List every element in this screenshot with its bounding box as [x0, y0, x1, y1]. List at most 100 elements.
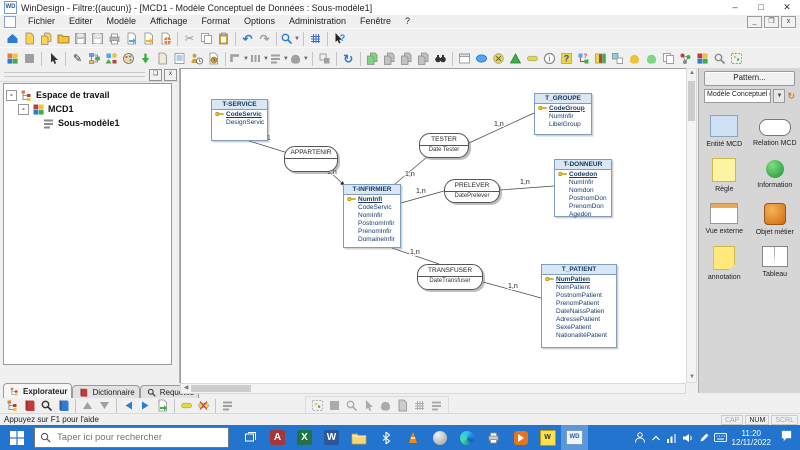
document-icon[interactable]: [4, 16, 16, 28]
close-button[interactable]: ✕: [774, 0, 800, 15]
submodel-pages-icon[interactable]: [364, 51, 381, 67]
menu-affichage[interactable]: Affichage: [143, 15, 194, 28]
entity-t-groupe[interactable]: T_GROUPECodeGroupNumInfirLibelGroup: [534, 93, 592, 135]
grid-disabled-icon[interactable]: [411, 397, 428, 413]
check-model-icon[interactable]: [137, 51, 154, 67]
minimize-button[interactable]: –: [722, 0, 748, 15]
redo-icon[interactable]: ↷: [256, 31, 273, 47]
menu-format[interactable]: Format: [194, 15, 237, 28]
mdi-close-button[interactable]: x: [781, 16, 796, 28]
menu-options[interactable]: Options: [237, 15, 282, 28]
paste-icon[interactable]: [215, 31, 232, 47]
dictionary-book-icon[interactable]: [21, 398, 38, 414]
pen-icon[interactable]: [699, 433, 709, 443]
workspace-modules-icon[interactable]: [4, 51, 21, 67]
search-input[interactable]: [55, 431, 204, 444]
menu-editer[interactable]: Editer: [62, 15, 100, 28]
relation-tester[interactable]: TESTERDate Tester: [419, 133, 469, 158]
palette-item-objet-m-tier[interactable]: Objet métier: [751, 203, 799, 236]
note-page-icon[interactable]: [154, 51, 171, 67]
pattern-sync-icon[interactable]: ↻: [787, 91, 795, 102]
palette-item-annotation[interactable]: annotation: [700, 246, 748, 281]
menu-fichier[interactable]: Fichier: [21, 15, 62, 28]
user-task-icon[interactable]: [188, 51, 205, 67]
dropdown-arrow-icon[interactable]: ▼: [773, 89, 785, 103]
pattern-model-dropdown[interactable]: Modèle Conceptuel de Dor ▼ ↻: [704, 89, 795, 103]
panel-restore-button[interactable]: ❏: [149, 69, 162, 81]
scroll-left-arrow[interactable]: ◀: [181, 384, 191, 393]
search-binoculars-icon[interactable]: [432, 51, 449, 67]
tree-expand-icon[interactable]: -: [18, 104, 29, 115]
move-down-icon[interactable]: [96, 398, 113, 414]
ellipse-tool-icon[interactable]: [473, 51, 490, 67]
copy-document-icon[interactable]: [38, 31, 55, 47]
refresh-model-icon[interactable]: ↻: [340, 51, 357, 67]
entity-t-service[interactable]: T-SERVICECodeServicDesignServic: [211, 99, 268, 141]
canvas-vertical-scrollbar[interactable]: ▲ ▼: [686, 68, 697, 383]
touch-keyboard-icon[interactable]: [714, 433, 727, 442]
bluetooth-icon[interactable]: [372, 425, 399, 450]
menu-fen-tre[interactable]: Fenêtre: [353, 15, 398, 28]
windesign-active-window[interactable]: WD: [561, 425, 588, 450]
entity-t-donneur[interactable]: T-DONNEURCodedonNumInfirNomdonPostnomDon…: [554, 159, 612, 217]
copy-icon[interactable]: [198, 31, 215, 47]
import-document-icon[interactable]: [140, 31, 157, 47]
shared-page-icon[interactable]: [398, 51, 415, 67]
tab-explorateur[interactable]: Explorateur: [3, 383, 72, 398]
media-player-icon[interactable]: [507, 425, 534, 450]
tree-item-sous-mod-le1[interactable]: Sous-modèle1: [6, 116, 169, 130]
taskbar-clock[interactable]: 11:20 12/11/2022: [732, 429, 771, 447]
align-shape-icon[interactable]: ▼: [289, 51, 309, 67]
nav-right-icon[interactable]: [137, 398, 154, 414]
cut-icon[interactable]: ✂: [181, 31, 198, 47]
hand-disabled-icon[interactable]: [377, 397, 394, 413]
notification-center-icon[interactable]: [776, 429, 797, 447]
zoom-icon[interactable]: ▼: [280, 31, 300, 47]
mdi-restore-button[interactable]: ❐: [764, 16, 779, 28]
relation-prelever[interactable]: PRELEVERDatePrelever: [444, 179, 500, 203]
excel-icon[interactable]: X: [291, 425, 318, 450]
shapes-pair-icon[interactable]: [609, 51, 626, 67]
blue-book-icon[interactable]: [55, 398, 72, 414]
selection-box-icon[interactable]: [728, 51, 745, 67]
resize-icon[interactable]: [316, 51, 333, 67]
printer-app-icon[interactable]: [480, 425, 507, 450]
selection-disabled-icon[interactable]: [309, 397, 326, 413]
people-icon[interactable]: [634, 432, 646, 443]
home-icon[interactable]: [4, 31, 21, 47]
move-up-icon[interactable]: [79, 398, 96, 414]
entity-shape-icon[interactable]: [626, 51, 643, 67]
grid-icon[interactable]: [307, 31, 324, 47]
explorer-tree-icon[interactable]: [4, 398, 21, 414]
edge-icon[interactable]: [453, 425, 480, 450]
align-rows-icon[interactable]: ▼: [269, 51, 289, 67]
label-show-icon[interactable]: [178, 398, 195, 414]
palette-item-information[interactable]: Information: [751, 158, 799, 193]
triangle-tool-icon[interactable]: [507, 51, 524, 67]
pattern-button[interactable]: Pattern...: [704, 71, 795, 86]
relation-transfuser[interactable]: TRANSFUSERDateTransfuser: [417, 264, 483, 290]
windesign-icon[interactable]: W: [534, 425, 561, 450]
access-icon[interactable]: A: [264, 425, 291, 450]
layout-lines-icon[interactable]: [219, 398, 236, 414]
export-document-icon[interactable]: [123, 31, 140, 47]
scroll-down-arrow[interactable]: ▼: [687, 373, 697, 382]
palette-item-tableau[interactable]: Tableau: [751, 246, 799, 281]
mdi-minimize-button[interactable]: _: [747, 16, 762, 28]
task-view-icon[interactable]: [237, 425, 264, 450]
page-disabled-icon[interactable]: [394, 397, 411, 413]
palette-item-entit-mcd[interactable]: Entité MCD: [700, 115, 748, 148]
copy-shapes-icon[interactable]: [660, 51, 677, 67]
queries-search-icon[interactable]: [38, 398, 55, 414]
table-tool-icon[interactable]: [592, 51, 609, 67]
panel-grip[interactable]: [4, 72, 145, 77]
fill-disabled-icon[interactable]: [326, 397, 343, 413]
pattern-dropdown-value[interactable]: Modèle Conceptuel de Dor: [704, 89, 771, 103]
format-painter-icon[interactable]: [120, 51, 137, 67]
molecule-icon[interactable]: [677, 51, 694, 67]
word-icon[interactable]: W: [318, 425, 345, 450]
refresh-page-icon[interactable]: [154, 398, 171, 414]
hierarchy-icon[interactable]: [86, 51, 103, 67]
horizontal-scroll-thumb[interactable]: [191, 385, 251, 392]
palette-item-r-gle[interactable]: Règle: [700, 158, 748, 193]
